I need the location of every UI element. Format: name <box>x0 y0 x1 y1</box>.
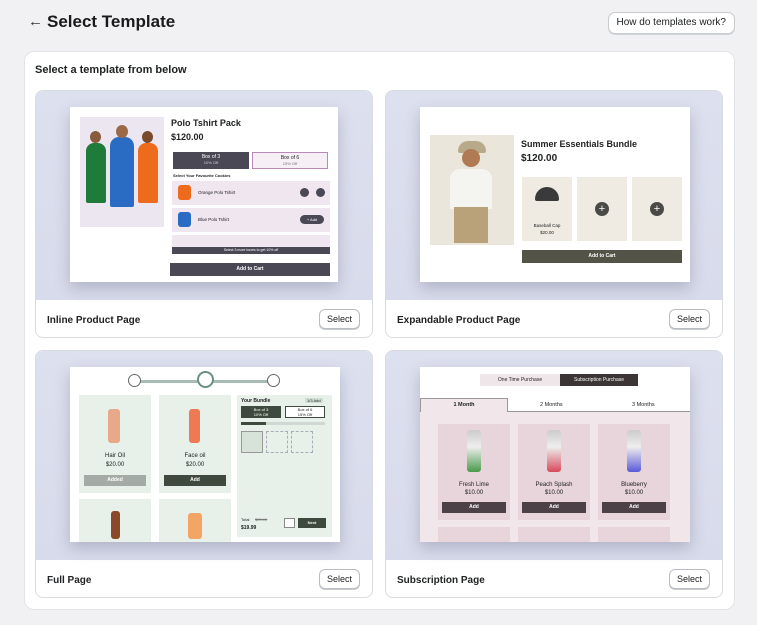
preview-mock: One Time Purchase Subscription Purchase … <box>420 367 690 542</box>
panel-subtitle: Select a template from below <box>35 64 187 76</box>
preview-title: Polo Tshirt Pack <box>171 118 241 128</box>
tab-one-time: One Time Purchase <box>480 374 560 386</box>
product-card: Face oil $20.00 Add <box>159 395 231 493</box>
product-card: Hair Oil $20.00 Added <box>79 395 151 493</box>
preview-mock: Polo Tshirt Pack $120.00 Box of 3 10% Off… <box>70 107 338 282</box>
item-row: Orange Polo Tshirt <box>172 181 330 205</box>
template-name: Expandable Product Page <box>397 315 521 326</box>
preview-price: $120.00 <box>171 132 204 142</box>
select-button[interactable]: Select <box>319 569 360 589</box>
footer-note: Select 3 more boxes to get 10% off <box>172 247 330 254</box>
how-templates-work-button[interactable]: How do templates work? <box>607 12 735 34</box>
tab-subscription: Subscription Purchase <box>560 374 638 386</box>
box-tab-2: Box of 6 15% Off <box>252 152 328 169</box>
template-card-full-page[interactable]: Hair Oil $20.00 Added Face oil $20.00 Ad… <box>35 350 373 598</box>
preview-mock: Summer Essentials Bundle $120.00 Basebal… <box>420 107 690 282</box>
box-tab-1: Box of 3 10% Off <box>173 152 249 169</box>
page-title: Select Template <box>47 12 176 31</box>
add-to-cart-preview: Add to Cart <box>170 263 330 276</box>
product-image <box>430 135 514 245</box>
template-card-subscription[interactable]: One Time Purchase Subscription Purchase … <box>385 350 723 598</box>
template-card-inline[interactable]: Polo Tshirt Pack $120.00 Box of 3 10% Off… <box>35 90 373 338</box>
bundle-item: Baseball Cap $20.00 <box>522 177 572 241</box>
flavor-card: Fresh Lime $10.00 Add <box>438 424 510 520</box>
template-panel: Select a template from below Polo Tshirt… <box>24 51 735 610</box>
arrow-left-icon[interactable]: ← <box>28 13 43 30</box>
item-row: Blue Polo Tshirt + Add <box>172 208 330 232</box>
preview-title: Summer Essentials Bundle <box>521 139 638 149</box>
bundle-panel: Your Bundle 1/3 Add Box of 3 10% Off Box … <box>237 395 332 537</box>
template-preview: Polo Tshirt Pack $120.00 Box of 3 10% Off… <box>36 91 372 300</box>
template-name: Full Page <box>47 575 92 586</box>
select-text: Select Your Favourite Cookies <box>173 173 231 178</box>
template-preview: Summer Essentials Bundle $120.00 Basebal… <box>386 91 722 300</box>
select-button[interactable]: Select <box>319 309 360 329</box>
preview-price: $120.00 <box>521 153 558 164</box>
select-button[interactable]: Select <box>669 309 710 329</box>
add-to-cart-preview: Add to Cart <box>522 250 682 263</box>
template-card-expandable[interactable]: Summer Essentials Bundle $120.00 Basebal… <box>385 90 723 338</box>
template-preview: One Time Purchase Subscription Purchase … <box>386 351 722 560</box>
flavor-card: Peach Splash $10.00 Add <box>518 424 590 520</box>
page-header: ← Select Template How do templates work? <box>28 12 735 34</box>
template-preview: Hair Oil $20.00 Added Face oil $20.00 Ad… <box>36 351 372 560</box>
template-name: Inline Product Page <box>47 315 141 326</box>
select-button[interactable]: Select <box>669 569 710 589</box>
preview-mock: Hair Oil $20.00 Added Face oil $20.00 Ad… <box>70 367 340 542</box>
product-image <box>80 117 164 227</box>
flavor-card: Blueberry $10.00 Add <box>598 424 670 520</box>
template-name: Subscription Page <box>397 575 485 586</box>
